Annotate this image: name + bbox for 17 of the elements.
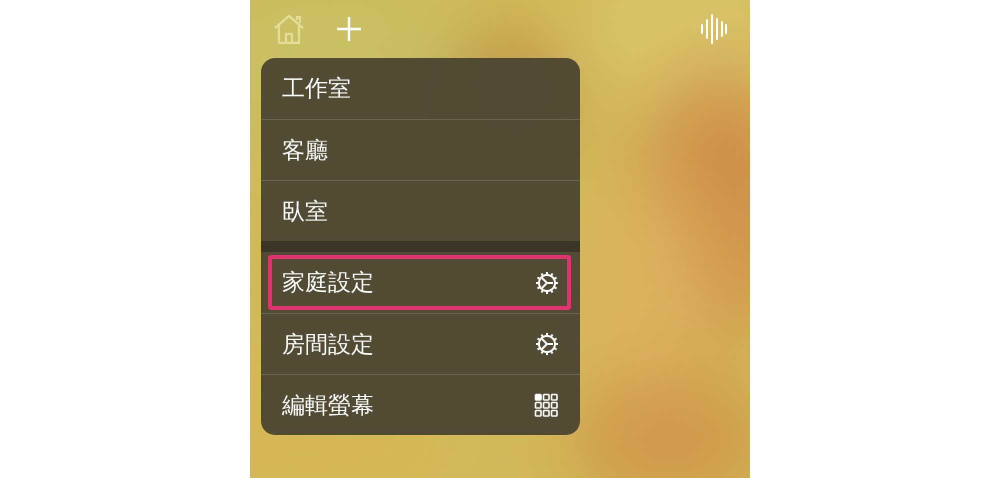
menu-item[interactable]: 工作室	[261, 58, 580, 119]
menu-item[interactable]: 家庭設定	[261, 252, 580, 313]
menu-item[interactable]: 客廳	[261, 119, 580, 180]
grid-icon	[534, 392, 559, 418]
waveform-icon[interactable]	[700, 14, 728, 44]
gear-icon	[535, 332, 559, 356]
menu-item-label: 編輯螢幕	[282, 390, 374, 420]
menu-item-label: 工作室	[282, 74, 351, 104]
menu-item-label: 房間設定	[282, 330, 374, 359]
menu-item[interactable]: 房間設定	[261, 313, 580, 374]
gear-icon	[535, 270, 559, 294]
plus-icon[interactable]	[336, 16, 362, 42]
menu-item-label: 臥室	[282, 196, 328, 226]
menu-item-label: 客廳	[282, 136, 328, 165]
home-icon[interactable]	[272, 13, 306, 45]
menu-item-label: 家庭設定	[282, 268, 374, 298]
menu-item[interactable]: 編輯螢幕	[261, 374, 580, 435]
